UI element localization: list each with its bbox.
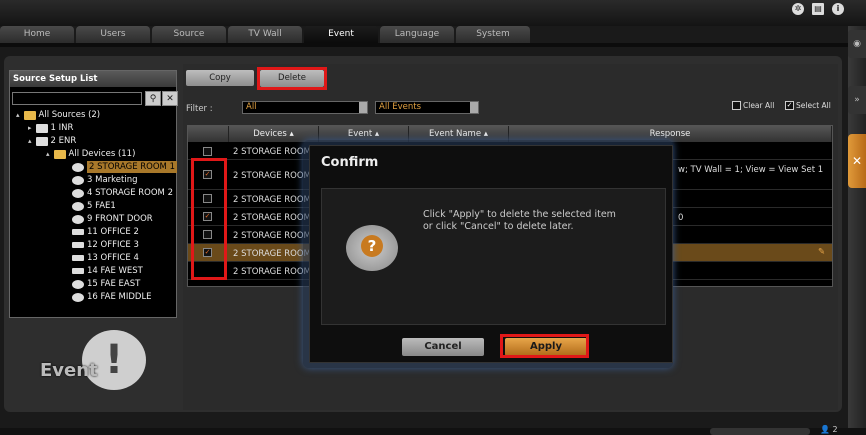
server-icon (35, 123, 48, 133)
source-setup-list-panel: Source Setup List ⚲ ✕ ▴ All Sources (2) ▸… (9, 70, 178, 318)
select-all-checkbox[interactable]: ✓ (785, 101, 794, 110)
close-icon[interactable]: ✕ (162, 91, 178, 106)
select-all-option[interactable]: ✓ Select All (785, 101, 831, 110)
bullet-camera-icon (72, 229, 84, 235)
row-checkbox[interactable] (203, 147, 212, 156)
tree-item-enr[interactable]: ▴ 2 ENR (28, 135, 76, 147)
zoom-slider[interactable] (710, 428, 810, 435)
tree-item-device[interactable]: 5 FAE1 (72, 200, 116, 212)
apply-highlight-box (500, 334, 589, 358)
tab-underline (0, 43, 848, 47)
question-bubble-icon: ? (346, 225, 398, 271)
dialog-title: Confirm (321, 155, 379, 170)
dome-camera-icon (72, 162, 84, 172)
dome-camera-icon (72, 175, 84, 185)
chevron-down-icon (470, 102, 478, 113)
dome-camera-icon (72, 201, 84, 211)
checkbox-highlight-box (191, 158, 227, 280)
server-icon (35, 136, 48, 146)
search-icon[interactable]: ⚲ (145, 91, 161, 106)
view-eye-icon[interactable]: ◉ (848, 30, 866, 58)
dome-camera-icon (72, 279, 84, 289)
filter-label: Filter : (186, 104, 213, 114)
tree-item-device[interactable]: 9 FRONT DOOR (72, 213, 153, 225)
tree-item-all-devices[interactable]: ▴ All Devices (11) (46, 148, 135, 160)
tree-item-device[interactable]: 15 FAE EAST (72, 278, 140, 290)
top-icons: ✲ ▤ i (792, 3, 844, 15)
cancel-button[interactable]: Cancel (402, 338, 484, 356)
tab-system[interactable]: System (456, 26, 530, 43)
confirm-dialog: Confirm ? Click "Apply" to delete the se… (309, 145, 673, 363)
dome-camera-icon (72, 188, 84, 198)
folder-icon (53, 149, 66, 159)
tree-item-device[interactable]: 14 FAE WEST (72, 265, 143, 277)
tools-wrench-icon[interactable]: ✕ (848, 134, 866, 188)
info-icon[interactable]: i (832, 3, 844, 15)
document-icon[interactable]: ▤ (812, 3, 824, 15)
dialog-body: ? Click "Apply" to delete the selected i… (321, 188, 666, 325)
tree-item-device[interactable]: 13 OFFICE 4 (72, 252, 139, 264)
chevron-down-icon (359, 102, 367, 113)
user-count: 👤 2 (820, 425, 838, 434)
tab-tv-wall[interactable]: TV Wall (228, 26, 302, 43)
tab-language[interactable]: Language (380, 26, 454, 43)
dome-camera-icon (72, 214, 84, 224)
tree-item-device[interactable]: 11 OFFICE 2 (72, 226, 139, 238)
tree-item-device[interactable]: 4 STORAGE ROOM 2 (72, 187, 173, 199)
source-search-input[interactable] (12, 92, 142, 105)
device-filter-select[interactable]: All (242, 101, 368, 114)
tree-item-device[interactable]: 16 FAE MIDDLE (72, 291, 152, 303)
clear-all-checkbox[interactable] (732, 101, 741, 110)
tab-source[interactable]: Source (152, 26, 226, 43)
clear-all-option[interactable]: Clear All (732, 101, 774, 110)
main-tabs: Home Users Source TV Wall Event Language… (0, 26, 532, 43)
dome-camera-icon (72, 292, 84, 302)
expand-chevron-icon[interactable]: » (848, 86, 866, 114)
bullet-camera-icon (72, 255, 84, 261)
header-checkbox-col (188, 126, 229, 142)
folder-icon (23, 110, 36, 120)
tab-users[interactable]: Users (76, 26, 150, 43)
tree-item-device[interactable]: 2 STORAGE ROOM 1 (72, 161, 178, 173)
edit-icon[interactable]: ✎ (818, 247, 825, 257)
bullet-camera-icon (72, 268, 84, 274)
tab-home[interactable]: Home (0, 26, 74, 43)
copy-button[interactable]: Copy (186, 70, 254, 86)
tree-item-inr[interactable]: ▸ 1 INR (28, 122, 73, 134)
source-list-title: Source Setup List (10, 71, 176, 87)
tree-item-all-sources[interactable]: ▴ All Sources (2) (16, 109, 100, 121)
settings-gear-icon[interactable]: ✲ (792, 3, 804, 15)
delete-highlight-box (257, 67, 327, 90)
dialog-message: Click "Apply" to delete the selected ite… (423, 209, 616, 232)
bullet-camera-icon (72, 242, 84, 248)
event-watermark: ! Event (40, 330, 150, 400)
event-filter-select[interactable]: All Events (375, 101, 479, 114)
tab-event[interactable]: Event (304, 26, 378, 43)
tree-item-device[interactable]: 3 Marketing (72, 174, 137, 186)
tree-item-device[interactable]: 12 OFFICE 3 (72, 239, 139, 251)
event-watermark-text: Event (40, 360, 98, 381)
top-bar (0, 0, 866, 26)
